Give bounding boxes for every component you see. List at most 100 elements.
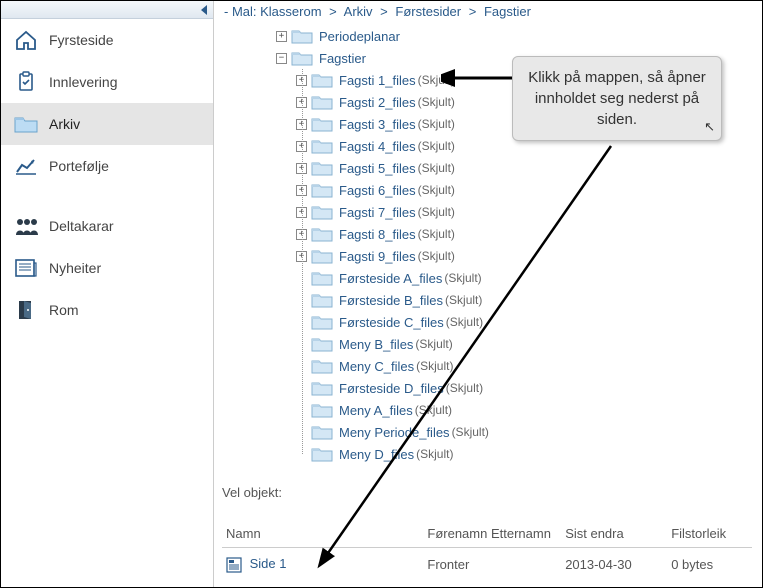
clipboard-icon xyxy=(13,71,39,93)
tree-node-label[interactable]: Fagsti 2_files xyxy=(339,95,416,110)
tree-expander-icon[interactable] xyxy=(276,31,287,42)
folder-icon xyxy=(311,204,333,220)
home-icon xyxy=(13,29,39,51)
sidebar-item-fyrsteside[interactable]: Fyrsteside xyxy=(1,19,213,61)
tree-node-child[interactable]: Førsteside B_files (Skjult) xyxy=(256,289,752,311)
tree-node-child[interactable]: Førsteside D_files (Skjult) xyxy=(256,377,752,399)
tree-node-suffix: (Skjult) xyxy=(415,337,452,351)
folder-icon xyxy=(13,113,39,135)
tree-node-child[interactable]: Fagsti 5_files (Skjult) xyxy=(256,157,752,179)
tree-node-child[interactable]: Fagsti 7_files (Skjult) xyxy=(256,201,752,223)
sidebar-item-label: Arkiv xyxy=(49,116,80,132)
col-size-header[interactable]: Filstorleik xyxy=(667,520,752,548)
sidebar-item-label: Portefølje xyxy=(49,158,109,174)
tree-node-label[interactable]: Fagsti 3_files xyxy=(339,117,416,132)
folder-icon xyxy=(311,380,333,396)
tree-node-label[interactable]: Førsteside A_files xyxy=(339,271,442,286)
file-table: Namn Førenamn Etternamn Sist endra Filst… xyxy=(222,520,752,581)
sidebar-item-rom[interactable]: Rom xyxy=(1,289,213,331)
sidebar-item-label: Innlevering xyxy=(49,74,118,90)
tree-node-child[interactable]: Meny B_files (Skjult) xyxy=(256,333,752,355)
tree-node-child[interactable]: Fagsti 9_files (Skjult) xyxy=(256,245,752,267)
sidebar-item-label: Deltakarar xyxy=(49,218,114,234)
tree-node-label[interactable]: Fagsti 9_files xyxy=(339,249,416,264)
folder-icon xyxy=(311,402,333,418)
tree-node-suffix: (Skjult) xyxy=(418,117,455,131)
tree-node-label[interactable]: Meny D_files xyxy=(339,447,414,462)
folder-icon xyxy=(311,424,333,440)
folder-icon xyxy=(311,446,333,462)
sidebar-item-label: Nyheiter xyxy=(49,260,101,276)
folder-icon xyxy=(311,94,333,110)
sidebar-item-deltakarar[interactable]: Deltakarar xyxy=(1,205,213,247)
folder-icon xyxy=(311,138,333,154)
tree-node-child[interactable]: Meny Periode_files (Skjult) xyxy=(256,421,752,443)
callout-text: Klikk på mappen, så åpner innholdet seg … xyxy=(528,69,706,128)
tree-node-label[interactable]: Meny A_files xyxy=(339,403,413,418)
tree-node-suffix: (Skjult) xyxy=(416,359,453,373)
tree-node-child[interactable]: Fagsti 8_files (Skjult) xyxy=(256,223,752,245)
folder-icon xyxy=(311,292,333,308)
tree-node-label[interactable]: Fagsti 8_files xyxy=(339,227,416,242)
page-icon xyxy=(226,557,242,573)
file-date: 2013-04-30 xyxy=(561,548,667,581)
tree-node-label[interactable]: Fagsti 4_files xyxy=(339,139,416,154)
folder-icon xyxy=(311,182,333,198)
tree-node-suffix: (Skjult) xyxy=(418,73,455,87)
folder-icon xyxy=(311,248,333,264)
tree-node-label[interactable]: Periodeplanar xyxy=(319,29,400,44)
people-icon xyxy=(13,215,39,237)
folder-icon xyxy=(311,226,333,242)
tree-node-label[interactable]: Meny B_files xyxy=(339,337,413,352)
tree-node-child[interactable]: Førsteside C_files (Skjult) xyxy=(256,311,752,333)
breadcrumb: - Mal: Klasserom > Arkiv > Førstesider >… xyxy=(222,1,752,25)
tree-expander-icon[interactable] xyxy=(276,53,287,64)
vel-objekt-label: Vel objekt: xyxy=(222,485,752,500)
tree-node-label[interactable]: Førsteside D_files xyxy=(339,381,444,396)
tree-node-label[interactable]: Fagsti 7_files xyxy=(339,205,416,220)
table-row[interactable]: Side 1 Fronter 2013-04-30 0 bytes xyxy=(222,548,752,581)
tree-node-label[interactable]: Fagsti 6_files xyxy=(339,183,416,198)
breadcrumb-item[interactable]: Arkiv xyxy=(344,4,373,19)
sidebar-item-arkiv[interactable]: Arkiv xyxy=(1,103,213,145)
col-name-header[interactable]: Namn xyxy=(222,520,423,548)
tree-node-suffix: (Skjult) xyxy=(446,381,483,395)
tree-node-label[interactable]: Fagstier xyxy=(319,51,366,66)
sidebar-item-nyheiter[interactable]: Nyheiter xyxy=(1,247,213,289)
tree-node-label[interactable]: Meny Periode_files xyxy=(339,425,450,440)
tree-node-child[interactable]: Meny C_files (Skjult) xyxy=(256,355,752,377)
tree-node-suffix: (Skjult) xyxy=(418,227,455,241)
breadcrumb-item[interactable]: Førstesider xyxy=(395,4,461,19)
tree-node-suffix: (Skjult) xyxy=(444,271,481,285)
folder-icon xyxy=(311,160,333,176)
sidebar: Fyrsteside Innlevering Arkiv Portefølje Del… xyxy=(1,1,214,587)
tree-node-label[interactable]: Førsteside C_files xyxy=(339,315,444,330)
tree-node-label[interactable]: Fagsti 5_files xyxy=(339,161,416,176)
tree-node-suffix: (Skjult) xyxy=(446,315,483,329)
door-icon xyxy=(13,299,39,321)
tree-node-child[interactable]: Meny D_files (Skjult) xyxy=(256,443,752,465)
tree-node-child[interactable]: Meny A_files (Skjult) xyxy=(256,399,752,421)
file-name-link[interactable]: Side 1 xyxy=(250,556,287,571)
breadcrumb-root: - Mal: Klasserom xyxy=(224,4,322,19)
tree-node-periodeplanar[interactable]: Periodeplanar xyxy=(256,25,752,47)
col-author-header[interactable]: Førenamn Etternamn xyxy=(423,520,561,548)
col-date-header[interactable]: Sist endra xyxy=(561,520,667,548)
tree-node-label[interactable]: Fagsti 1_files xyxy=(339,73,416,88)
sidebar-collapse-toggle[interactable] xyxy=(1,1,213,19)
file-author: Fronter xyxy=(423,548,561,581)
tree-node-suffix: (Skjult) xyxy=(416,447,453,461)
cursor-icon: ↖ xyxy=(704,118,715,136)
tree-node-label[interactable]: Førsteside B_files xyxy=(339,293,443,308)
sidebar-item-portefølje[interactable]: Portefølje xyxy=(1,145,213,187)
help-callout: Klikk på mappen, så åpner innholdet seg … xyxy=(512,56,722,141)
sidebar-item-innlevering[interactable]: Innlevering xyxy=(1,61,213,103)
folder-icon xyxy=(311,72,333,88)
file-size: 0 bytes xyxy=(667,548,752,581)
tree-node-child[interactable]: Førsteside A_files (Skjult) xyxy=(256,267,752,289)
tree-node-child[interactable]: Fagsti 6_files (Skjult) xyxy=(256,179,752,201)
folder-icon xyxy=(291,28,313,44)
tree-node-suffix: (Skjult) xyxy=(415,403,452,417)
tree-node-label[interactable]: Meny C_files xyxy=(339,359,414,374)
breadcrumb-item[interactable]: Fagstier xyxy=(484,4,531,19)
